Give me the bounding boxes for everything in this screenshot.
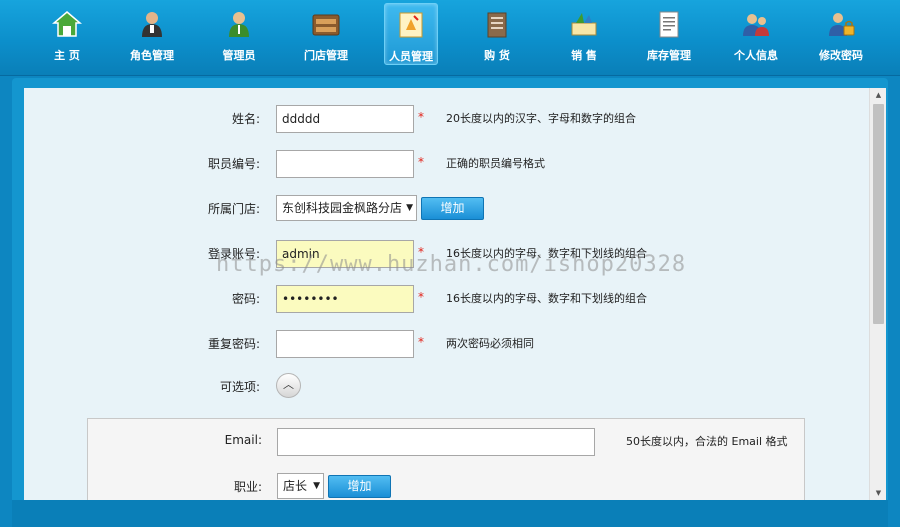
password-label: 密码: — [231, 292, 260, 306]
staff-no-required-mark: * — [418, 155, 424, 169]
position-select-value: 店长 — [283, 479, 308, 493]
nav-admin-label: 管理员 — [222, 49, 256, 62]
password-icon — [829, 13, 855, 36]
nav-inventory[interactable]: 库存管理 — [642, 3, 696, 65]
password-input[interactable]: •••••••• — [276, 285, 414, 313]
dropdown-arrow-icon: ▼ — [313, 481, 320, 491]
role-icon — [142, 12, 162, 37]
home-icon — [52, 11, 82, 37]
position-select[interactable]: 店长 ▼ — [277, 473, 324, 499]
nav-password-label: 修改密码 — [819, 49, 863, 62]
inventory-icon — [659, 11, 679, 38]
nav-purchase[interactable]: 购 货 — [470, 3, 524, 65]
add-store-button[interactable]: 增加 — [421, 197, 484, 220]
scroll-thumb[interactable] — [873, 104, 884, 324]
top-nav: 主 页 角色管理 管理员 门店管理 人员管理 购 货 销 售 库存管理 个人信息… — [0, 0, 900, 76]
optional-panel: Email: 50长度以内，合法的 Email 格式 职业: 店长 ▼ 增加 — [87, 418, 805, 500]
login-input[interactable]: admin — [276, 240, 414, 268]
name-hint: 20长度以内的汉字、字母和数字的组合 — [446, 112, 636, 125]
password-hint: 16长度以内的字母、数字和下划线的组合 — [446, 292, 647, 305]
staff-no-label: 职员编号: — [207, 157, 260, 171]
staff-form: 姓名: ddddd * 20长度以内的汉字、字母和数字的组合 职员编号: * 正… — [24, 88, 869, 500]
bottom-band — [12, 500, 888, 527]
repeat-password-label: 重复密码: — [207, 337, 260, 351]
nav-home-label: 主 页 — [54, 49, 80, 62]
repeat-password-hint: 两次密码必须相同 — [446, 337, 534, 350]
profile-icon — [743, 14, 769, 36]
nav-sales-label: 销 售 — [571, 49, 597, 62]
nav-store-label: 门店管理 — [304, 49, 348, 62]
scroll-up-arrow-icon[interactable]: ▲ — [870, 88, 887, 102]
email-input[interactable] — [277, 428, 595, 456]
repeat-password-required-mark: * — [418, 335, 424, 349]
name-input[interactable]: ddddd — [276, 105, 414, 133]
nav-inventory-label: 库存管理 — [647, 49, 691, 62]
scroll-down-arrow-icon[interactable]: ▼ — [870, 486, 887, 500]
store-icon — [312, 14, 340, 36]
repeat-password-input[interactable] — [276, 330, 414, 358]
sales-icon — [571, 13, 597, 36]
staff-no-hint: 正确的职员编号格式 — [446, 157, 545, 170]
dropdown-arrow-icon: ▼ — [406, 203, 413, 213]
name-label: 姓名: — [231, 112, 260, 126]
nav-profile-label: 个人信息 — [734, 49, 778, 62]
name-required-mark: * — [418, 110, 424, 124]
nav-store[interactable]: 门店管理 — [299, 3, 353, 65]
chevron-up-icon: ︿ — [283, 378, 294, 391]
nav-staff-label: 人员管理 — [389, 50, 433, 63]
password-required-mark: * — [418, 290, 424, 304]
collapse-toggle-button[interactable]: ︿ — [276, 373, 301, 398]
nav-staff[interactable]: 人员管理 — [384, 3, 438, 65]
store-select[interactable]: 东创科技园金枫路分店 ▼ — [276, 195, 417, 221]
login-required-mark: * — [418, 245, 424, 259]
staff-no-input[interactable] — [276, 150, 414, 178]
nav-password[interactable]: 修改密码 — [814, 3, 868, 65]
store-label: 所属门店: — [207, 202, 260, 216]
login-label: 登录账号: — [207, 247, 260, 261]
purchase-icon — [487, 12, 507, 38]
position-label: 职业: — [233, 480, 262, 494]
nav-profile[interactable]: 个人信息 — [729, 3, 783, 65]
nav-purchase-label: 购 货 — [484, 49, 510, 62]
nav-sales[interactable]: 销 售 — [557, 3, 611, 65]
staff-icon — [399, 12, 423, 38]
email-hint: 50长度以内，合法的 Email 格式 — [626, 435, 788, 448]
nav-role-label: 角色管理 — [130, 49, 174, 62]
login-hint: 16长度以内的字母、数字和下划线的组合 — [446, 247, 647, 260]
nav-role[interactable]: 角色管理 — [125, 3, 179, 65]
store-select-value: 东创科技园金枫路分店 — [282, 201, 403, 215]
email-label: Email: — [224, 433, 262, 447]
nav-home[interactable]: 主 页 — [40, 3, 94, 65]
optional-label: 可选项: — [219, 380, 260, 394]
admin-icon — [229, 12, 249, 37]
nav-admin[interactable]: 管理员 — [212, 3, 266, 65]
add-position-button[interactable]: 增加 — [328, 475, 391, 498]
vertical-scrollbar[interactable]: ▲ ▼ — [869, 88, 886, 500]
